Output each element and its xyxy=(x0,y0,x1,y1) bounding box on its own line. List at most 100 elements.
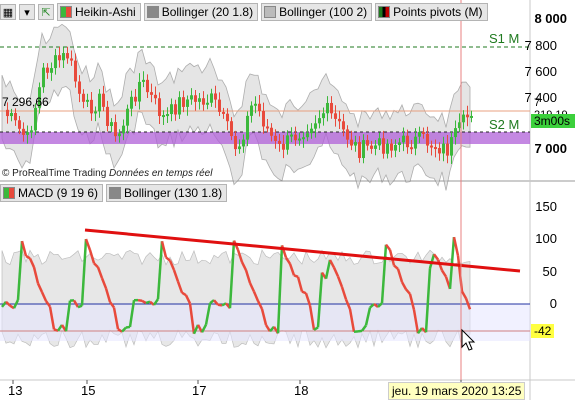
legend-label: Bollinger (20 1.8) xyxy=(161,5,254,19)
candle xyxy=(314,123,317,129)
candle xyxy=(54,55,57,69)
candle xyxy=(74,60,77,82)
candle xyxy=(198,98,201,102)
candle xyxy=(254,103,257,106)
candle xyxy=(114,122,117,137)
legend-label: MACD (9 19 6) xyxy=(18,186,99,200)
candle xyxy=(142,79,145,82)
candle xyxy=(130,96,133,109)
candle xyxy=(106,106,109,126)
candle xyxy=(358,142,361,159)
bollinger-swatch-icon xyxy=(264,6,277,18)
candle xyxy=(382,138,385,154)
candle xyxy=(366,140,369,146)
cursor-time-tag: jeu. 19 mars 2020 13:25 xyxy=(388,382,526,400)
candle xyxy=(154,94,157,99)
candle xyxy=(302,137,305,140)
candle xyxy=(174,104,177,115)
brand-text: © ProRealTime Trading xyxy=(2,168,107,179)
candle xyxy=(422,131,425,134)
candle xyxy=(350,139,353,146)
candle xyxy=(158,98,161,117)
candle xyxy=(14,112,17,121)
candle xyxy=(94,111,97,114)
s2-label: S2 M xyxy=(489,117,520,132)
time-label: 13 xyxy=(8,383,23,398)
legend-pivot-points[interactable]: Points pivots (M) xyxy=(375,3,488,21)
bollinger-swatch-icon xyxy=(109,187,122,199)
candle xyxy=(246,115,249,140)
macd-swatch-icon xyxy=(3,187,15,199)
candle xyxy=(306,133,309,138)
candle xyxy=(346,129,349,140)
left-price-label: 7 296,66 xyxy=(2,95,49,109)
candle xyxy=(374,145,377,149)
legend-macd[interactable]: MACD (9 19 6) xyxy=(0,184,104,202)
candle xyxy=(146,79,149,93)
macd-segment xyxy=(77,304,83,309)
bollinger-swatch-icon xyxy=(146,6,159,18)
candle xyxy=(438,148,441,154)
candle xyxy=(134,96,137,102)
candle xyxy=(86,99,89,102)
candle xyxy=(50,68,53,73)
candle xyxy=(362,140,365,159)
candle xyxy=(426,133,429,146)
legend-label: Bollinger (100 2) xyxy=(279,5,368,19)
heikin-ashi-swatch-icon xyxy=(60,6,72,18)
candle xyxy=(326,102,329,114)
candle xyxy=(342,121,345,130)
candle xyxy=(46,67,49,73)
candle xyxy=(62,53,65,61)
legend-bollinger-100[interactable]: Bollinger (100 2) xyxy=(261,3,373,21)
candle xyxy=(70,58,73,61)
candle xyxy=(110,122,113,126)
candle xyxy=(282,143,285,150)
candle xyxy=(262,111,265,127)
candle xyxy=(394,144,397,151)
candle xyxy=(294,134,297,141)
candle xyxy=(90,99,93,114)
price-legend: ▦ ▾ ⇱ Heikin-Ashi Bollinger (20 1.8) Bol… xyxy=(0,3,488,21)
candle xyxy=(378,138,381,146)
s1-label: S1 M xyxy=(489,31,520,46)
price-axis-tick: 7 400 xyxy=(524,90,557,105)
candle xyxy=(178,97,181,115)
candle xyxy=(322,113,325,119)
time-label: 18 xyxy=(294,383,309,398)
mode-text: Données en temps réel xyxy=(109,168,213,179)
candle xyxy=(334,113,337,119)
macd-axis-tick: 150 xyxy=(535,199,557,214)
settings-icon[interactable]: ▦ xyxy=(0,4,16,20)
legend-label: Bollinger (130 1.8) xyxy=(124,186,223,200)
candle xyxy=(398,142,401,145)
candle xyxy=(126,108,129,126)
price-axis-tick: 7 000 xyxy=(534,141,567,156)
candle xyxy=(250,105,253,116)
candle xyxy=(390,143,393,151)
candle xyxy=(242,139,245,147)
candle xyxy=(98,93,101,112)
timer-tag: 3m00s xyxy=(531,114,575,128)
macd-axis-tick: 50 xyxy=(542,264,557,279)
candle xyxy=(182,97,185,107)
candle xyxy=(162,115,165,118)
candle xyxy=(170,104,173,115)
candle xyxy=(370,145,373,149)
macd-axis-tick: 100 xyxy=(535,231,557,246)
legend-heikin-ashi[interactable]: Heikin-Ashi xyxy=(57,3,141,21)
expand-icon[interactable]: ⇱ xyxy=(38,4,54,20)
candle xyxy=(26,132,29,135)
candle xyxy=(442,143,445,154)
legend-bollinger-130[interactable]: Bollinger (130 1.8) xyxy=(106,184,228,202)
candle xyxy=(10,112,13,117)
candle xyxy=(418,131,421,137)
candle xyxy=(34,107,37,131)
candle xyxy=(258,103,261,112)
collapse-icon[interactable]: ▾ xyxy=(19,4,35,20)
legend-bollinger-20[interactable]: Bollinger (20 1.8) xyxy=(143,3,259,21)
candle xyxy=(78,81,81,94)
candle xyxy=(118,133,121,137)
candle xyxy=(238,146,241,150)
candle xyxy=(454,128,457,138)
